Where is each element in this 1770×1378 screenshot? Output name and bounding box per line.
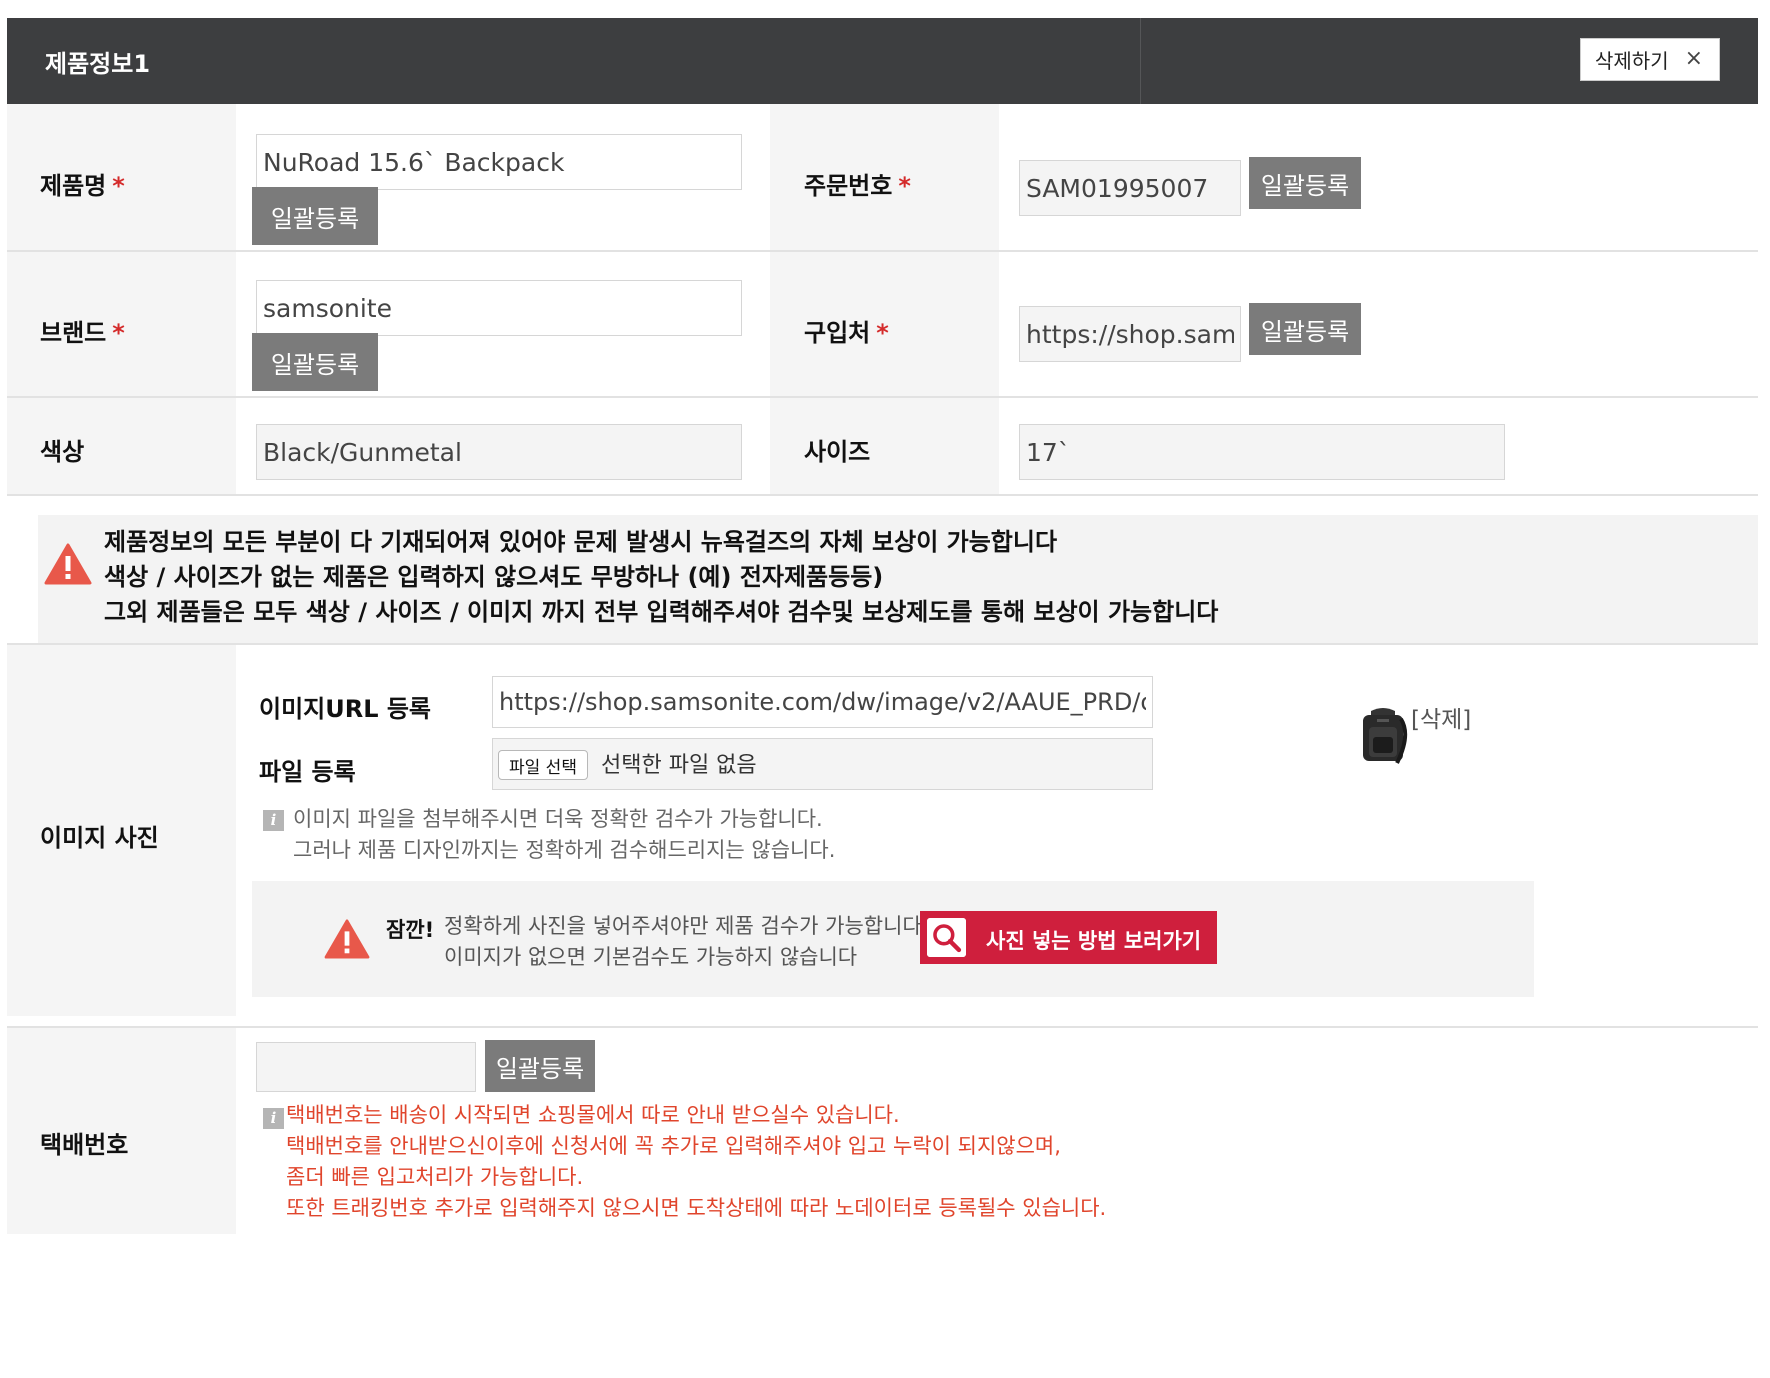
order-number-label: 주문번호 *	[804, 172, 911, 200]
brand-input[interactable]	[256, 280, 742, 336]
hint-line: 그러나 제품 디자인까지는 정확하게 검수해드리지는 않습니다.	[293, 838, 836, 862]
hint-line: 택배번호를 안내받으신이후에 신청서에 꼭 추가로 입력해주셔야 입고 누락이 …	[286, 1134, 1061, 1158]
tracking-bulk-button[interactable]: 일괄등록	[485, 1040, 595, 1092]
file-upload-label: 파일 등록	[259, 758, 356, 786]
tracking-input[interactable]	[256, 1042, 476, 1092]
required-mark: *	[876, 319, 889, 347]
wait-line: 이미지가 없으면 기본검수도 가능하지 않습니다	[444, 945, 858, 969]
product-name-label: 제품명 *	[40, 172, 125, 200]
order-number-input[interactable]	[1019, 160, 1241, 216]
required-mark: *	[112, 319, 125, 347]
purchase-place-label: 구입처 *	[804, 319, 889, 347]
tracking-label: 택배번호	[40, 1131, 129, 1159]
wait-notice-box: 잠깐! 정확하게 사진을 넣어주셔야만 제품 검수가 가능합니다. 이미지가 없…	[252, 881, 1534, 997]
delete-button-label: 삭제하기	[1595, 49, 1669, 73]
order-number-bulk-button[interactable]: 일괄등록	[1249, 157, 1361, 209]
photo-guide-button[interactable]: 사진 넣는 방법 보러가기	[920, 911, 1217, 964]
info-icon: i	[263, 1108, 284, 1129]
form-title: 제품정보1	[45, 50, 151, 78]
tracking-hint: 택배번호는 배송이 시작되면 쇼핑몰에서 따로 안내 받으실수 있습니다. 택배…	[286, 1100, 1106, 1224]
product-name-input[interactable]	[256, 134, 742, 190]
wait-text: 정확하게 사진을 넣어주셔야만 제품 검수가 가능합니다. 이미지가 없으면 기…	[444, 911, 928, 973]
notice-line: 그외 제품들은 모두 색상 / 사이즈 / 이미지 까지 전부 입력해주셔야 검…	[104, 598, 1219, 626]
row-tracking: 택배번호 일괄등록 i 택배번호는 배송이 시작되면 쇼핑몰에서 따로 안내 받…	[7, 1028, 1758, 1246]
row-product-name: 제품명* 일괄등록 주문번호* 일괄등록	[7, 104, 1758, 252]
warning-icon	[324, 919, 370, 959]
required-mark: *	[112, 172, 125, 200]
backpack-thumbnail-icon	[1363, 708, 1408, 764]
notice-line: 색상 / 사이즈가 없는 제품은 입력하지 않으셔도 무방하나 (예) 전자제품…	[104, 563, 884, 591]
wait-title: 잠깐!	[386, 918, 435, 942]
header-divider	[1140, 18, 1141, 104]
required-mark: *	[898, 172, 911, 200]
brand-bulk-button[interactable]: 일괄등록	[252, 333, 378, 391]
close-icon: ×	[1684, 46, 1703, 71]
magnifier-icon	[927, 918, 966, 957]
image-url-label: 이미지URL 등록	[259, 695, 432, 723]
product-info-form: 제품정보1 삭제하기 × 제품명* 일괄등록 주문번호* 일괄등록 브랜드* 일…	[7, 18, 1758, 1378]
image-hint: 이미지 파일을 첨부해주시면 더욱 정확한 검수가 가능합니다. 그러나 제품 …	[293, 804, 835, 866]
purchase-place-bulk-button[interactable]: 일괄등록	[1249, 303, 1361, 355]
row-image: 이미지 사진 이미지URL 등록 파일 등록 파일 선택 선택한 파일 없음 […	[7, 643, 1758, 1028]
brand-label: 브랜드 *	[40, 319, 125, 347]
warning-icon	[44, 543, 92, 585]
file-status-text: 선택한 파일 없음	[601, 753, 757, 778]
info-icon: i	[263, 810, 284, 831]
size-input[interactable]	[1019, 424, 1505, 480]
product-name-bulk-button[interactable]: 일괄등록	[252, 187, 378, 245]
color-label: 색상	[40, 438, 85, 466]
hint-line: 이미지 파일을 첨부해주시면 더욱 정확한 검수가 가능합니다.	[293, 807, 823, 831]
notice-box: 제품정보의 모든 부분이 다 기재되어져 있어야 문제 발생시 뉴욕걸즈의 자체…	[38, 515, 1758, 643]
image-label: 이미지 사진	[40, 824, 159, 852]
file-select-button[interactable]: 파일 선택	[498, 750, 588, 780]
delete-button[interactable]: 삭제하기 ×	[1580, 38, 1720, 81]
image-url-input[interactable]	[492, 676, 1153, 728]
notice-line: 제품정보의 모든 부분이 다 기재되어져 있어야 문제 발생시 뉴욕걸즈의 자체…	[104, 528, 1058, 556]
row-color: 색상 사이즈	[7, 398, 1758, 496]
hint-line: 또한 트래킹번호 추가로 입력해주지 않으시면 도착상태에 따라 노데이터로 등…	[286, 1196, 1107, 1220]
row-brand: 브랜드* 일괄등록 구입처* 일괄등록	[7, 252, 1758, 398]
size-label: 사이즈	[804, 438, 871, 466]
form-header: 제품정보1 삭제하기 ×	[7, 18, 1758, 104]
notice-text: 제품정보의 모든 부분이 다 기재되어져 있어야 문제 발생시 뉴욕걸즈의 자체…	[104, 525, 1218, 630]
purchase-place-input[interactable]	[1019, 306, 1241, 362]
thumbnail-delete-link[interactable]: [삭제]	[1411, 700, 1471, 734]
hint-line: 택배번호는 배송이 시작되면 쇼핑몰에서 따로 안내 받으실수 있습니다.	[286, 1103, 900, 1127]
hint-line: 좀더 빠른 입고처리가 가능합니다.	[286, 1165, 584, 1189]
file-upload-field: 파일 선택 선택한 파일 없음	[492, 738, 1153, 790]
photo-guide-label: 사진 넣는 방법 보러가기	[986, 929, 1202, 953]
color-input[interactable]	[256, 424, 742, 480]
wait-line: 정확하게 사진을 넣어주셔야만 제품 검수가 가능합니다.	[444, 914, 929, 938]
